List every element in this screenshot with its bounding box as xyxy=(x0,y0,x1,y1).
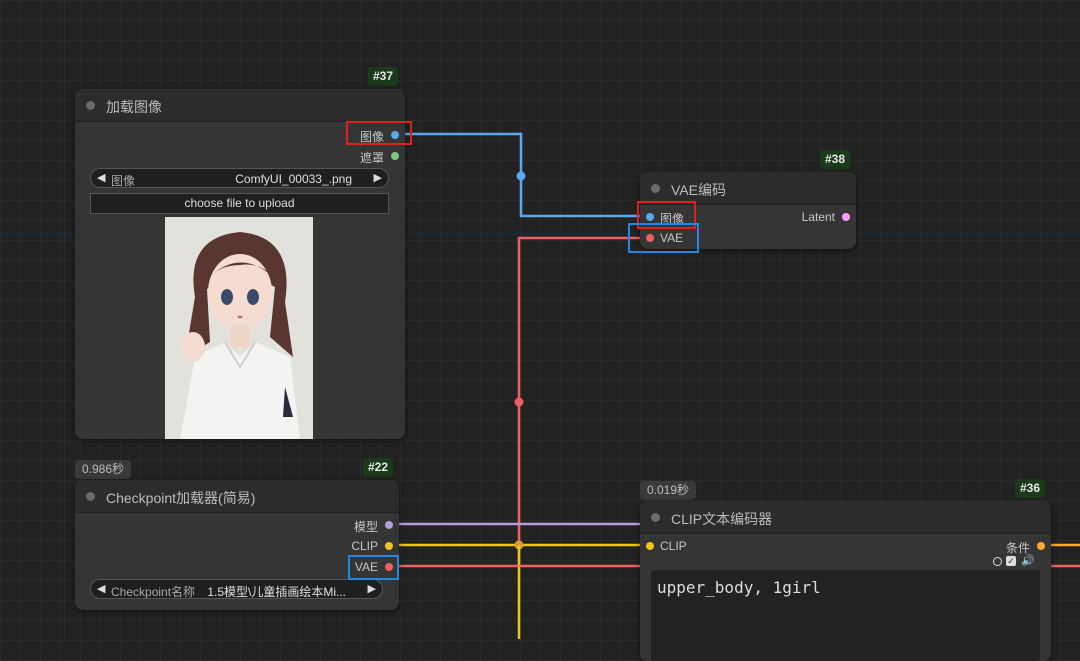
collapse-dot-icon[interactable] xyxy=(651,513,660,522)
node-id-badge: #37 xyxy=(368,67,399,86)
image-combo-widget[interactable]: ◀ 图像 ComfyUI_00033_.png ▶ xyxy=(90,168,389,188)
checkbox-icon[interactable]: ✓ xyxy=(1006,556,1016,566)
wire-image-midpoint xyxy=(516,171,526,181)
badge-icons: ✓ 🔊 xyxy=(993,554,1039,568)
checkpoint-loader-node[interactable]: Checkpoint加载器(简易) 模型 CLIP VAE ◀ Checkpoi… xyxy=(75,480,399,610)
widget-label: 图像 xyxy=(111,174,136,188)
right-arrow-icon[interactable]: ▶ xyxy=(368,582,376,595)
speaker-icon[interactable]: 🔊 xyxy=(1021,554,1035,567)
widget-label: Checkpoint名称 xyxy=(111,585,196,599)
widget-value: 1.5模型\儿童插画绘本Mi... xyxy=(207,585,346,599)
left-arrow-icon[interactable]: ◀ xyxy=(97,582,105,595)
execution-time-badge: 0.986秒 xyxy=(75,460,132,479)
node-id-badge: #38 xyxy=(820,150,851,169)
collapse-dot-icon[interactable] xyxy=(86,492,95,501)
upload-button[interactable]: choose file to upload xyxy=(90,193,389,214)
output-slot-model[interactable] xyxy=(385,521,393,529)
node-id-badge: #36 xyxy=(1015,479,1046,498)
output-label-clip: CLIP xyxy=(351,539,378,553)
highlight-box-vae-input xyxy=(628,223,699,253)
left-arrow-icon[interactable]: ◀ xyxy=(97,171,105,184)
output-slot-mask[interactable] xyxy=(391,152,399,160)
output-label-latent: Latent xyxy=(801,210,835,224)
node-title-bar[interactable]: 加载图像 xyxy=(75,89,405,122)
execution-time-badge: 0.019秒 xyxy=(640,481,697,500)
node-title-bar[interactable]: Checkpoint加载器(简易) xyxy=(75,480,399,513)
right-arrow-icon[interactable]: ▶ xyxy=(374,171,382,184)
output-slot-clip[interactable] xyxy=(385,542,393,550)
node-title-bar[interactable]: CLIP文本编码器 xyxy=(640,501,1051,534)
image-preview xyxy=(165,217,313,439)
circle-icon[interactable] xyxy=(993,557,1002,566)
output-label-model: 模型 xyxy=(353,520,378,534)
highlight-box-vae-output xyxy=(348,555,399,580)
node-title: VAE编码 xyxy=(671,182,726,198)
output-slot-conditioning[interactable] xyxy=(1037,542,1045,550)
node-id-badge: #22 xyxy=(363,458,394,477)
collapse-dot-icon[interactable] xyxy=(651,184,660,193)
output-label-mask: 遮罩 xyxy=(359,151,384,165)
input-label-clip: CLIP xyxy=(660,539,687,553)
collapse-dot-icon[interactable] xyxy=(86,101,95,110)
wire-vae-midpoint xyxy=(514,397,524,407)
output-slot-latent[interactable] xyxy=(842,213,850,221)
anime-girl-preview-icon xyxy=(180,232,300,439)
prompt-textarea[interactable]: upper_body, 1girl xyxy=(651,570,1040,661)
node-title: Checkpoint加载器(简易) xyxy=(106,490,256,506)
highlight-box-image-output xyxy=(346,121,412,145)
node-title: CLIP文本编码器 xyxy=(671,511,773,527)
checkpoint-combo-widget[interactable]: ◀ Checkpoint名称 1.5模型\儿童插画绘本Mi... ▶ xyxy=(90,579,383,599)
input-slot-clip[interactable] xyxy=(646,542,654,550)
clip-text-encode-node[interactable]: CLIP文本编码器 CLIP 条件 ✓ 🔊 upper_body, 1girl xyxy=(640,501,1051,661)
widget-value: ComfyUI_00033_.png xyxy=(235,172,352,186)
node-title: 加载图像 xyxy=(106,99,162,115)
